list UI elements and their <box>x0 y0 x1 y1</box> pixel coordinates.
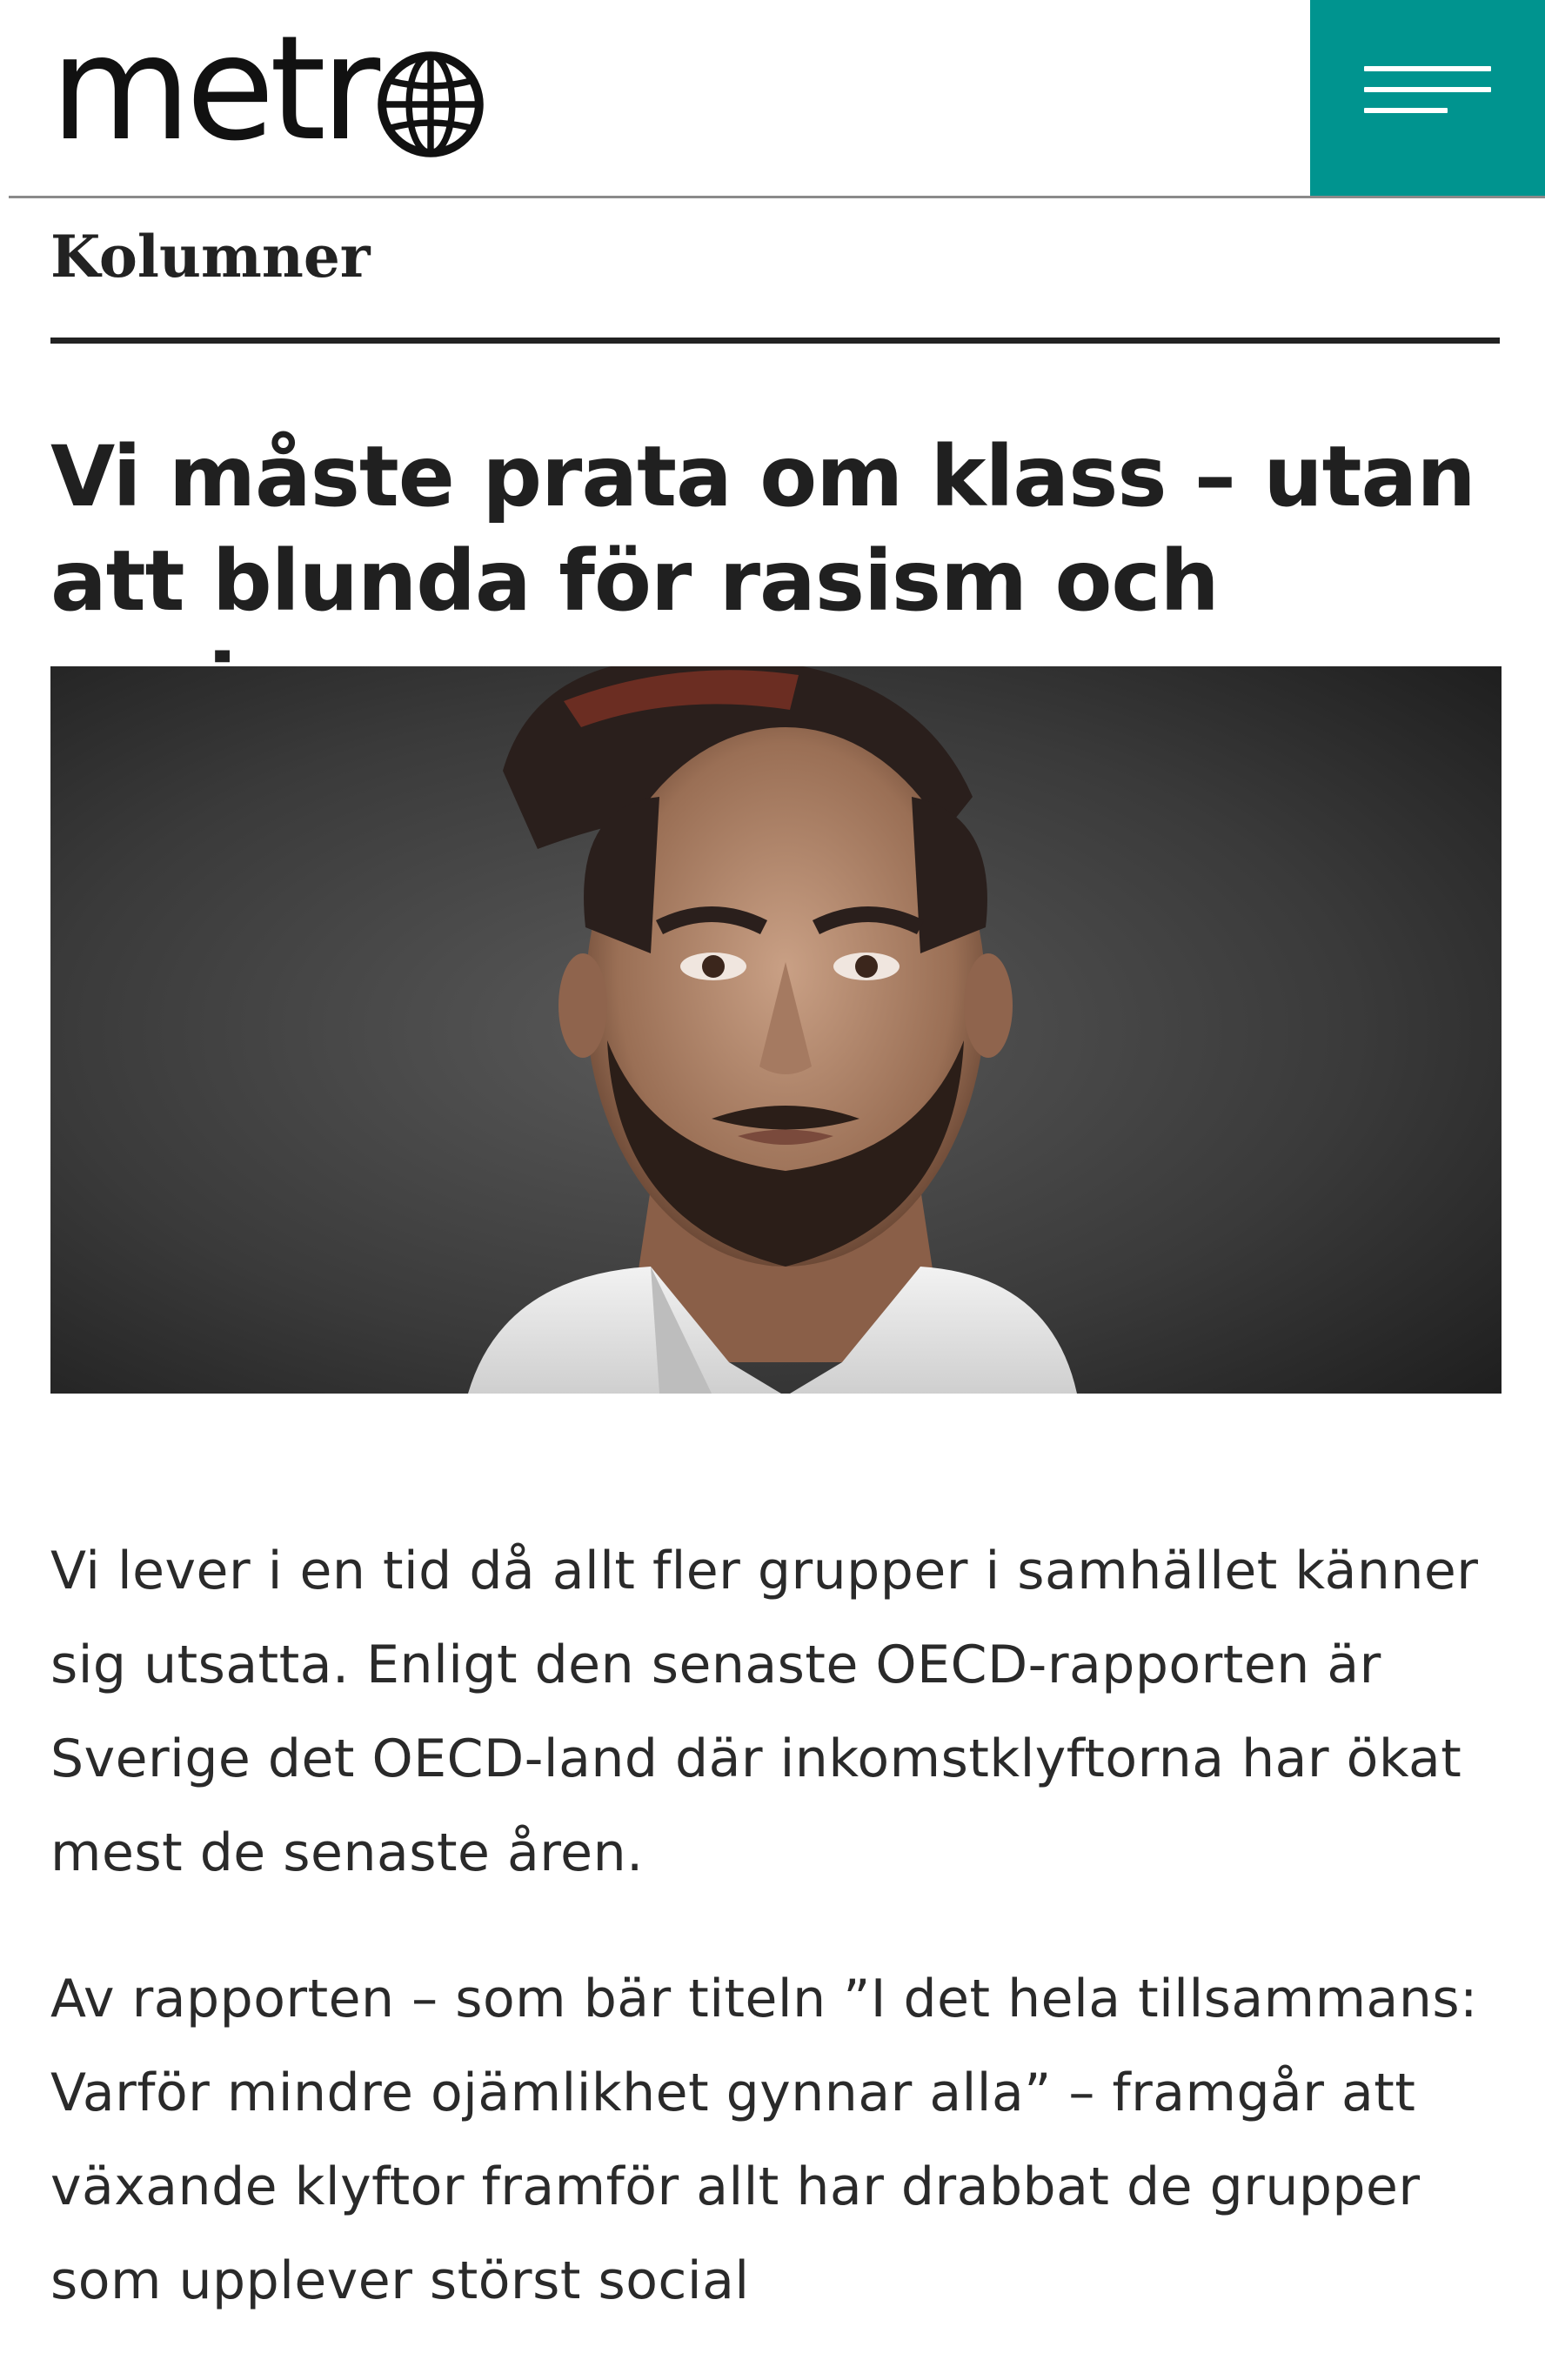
section-label[interactable]: Kolumner <box>50 228 371 285</box>
hamburger-line <box>1364 108 1448 113</box>
section-divider <box>50 338 1500 344</box>
hamburger-line <box>1364 87 1491 92</box>
hamburger-menu-icon <box>1364 66 1491 71</box>
metro-logo[interactable]: metr <box>50 5 485 173</box>
globe-icon <box>378 51 484 157</box>
site-header: metr <box>0 0 1545 198</box>
article-body: Vi lever i en tid då allt fler grupper i… <box>50 1524 1512 2380</box>
article-paragraph: Av rapporten – som bär titeln ”I det hel… <box>50 1969 1478 2311</box>
header-divider <box>9 196 1545 198</box>
columnist-portrait <box>50 666 1502 1394</box>
hero-image <box>50 666 1502 1394</box>
article-paragraph: Vi lever i en tid då allt fler grupper i… <box>50 1541 1479 1883</box>
menu-button[interactable] <box>1310 0 1545 197</box>
logo-wordmark: metr <box>50 5 380 173</box>
